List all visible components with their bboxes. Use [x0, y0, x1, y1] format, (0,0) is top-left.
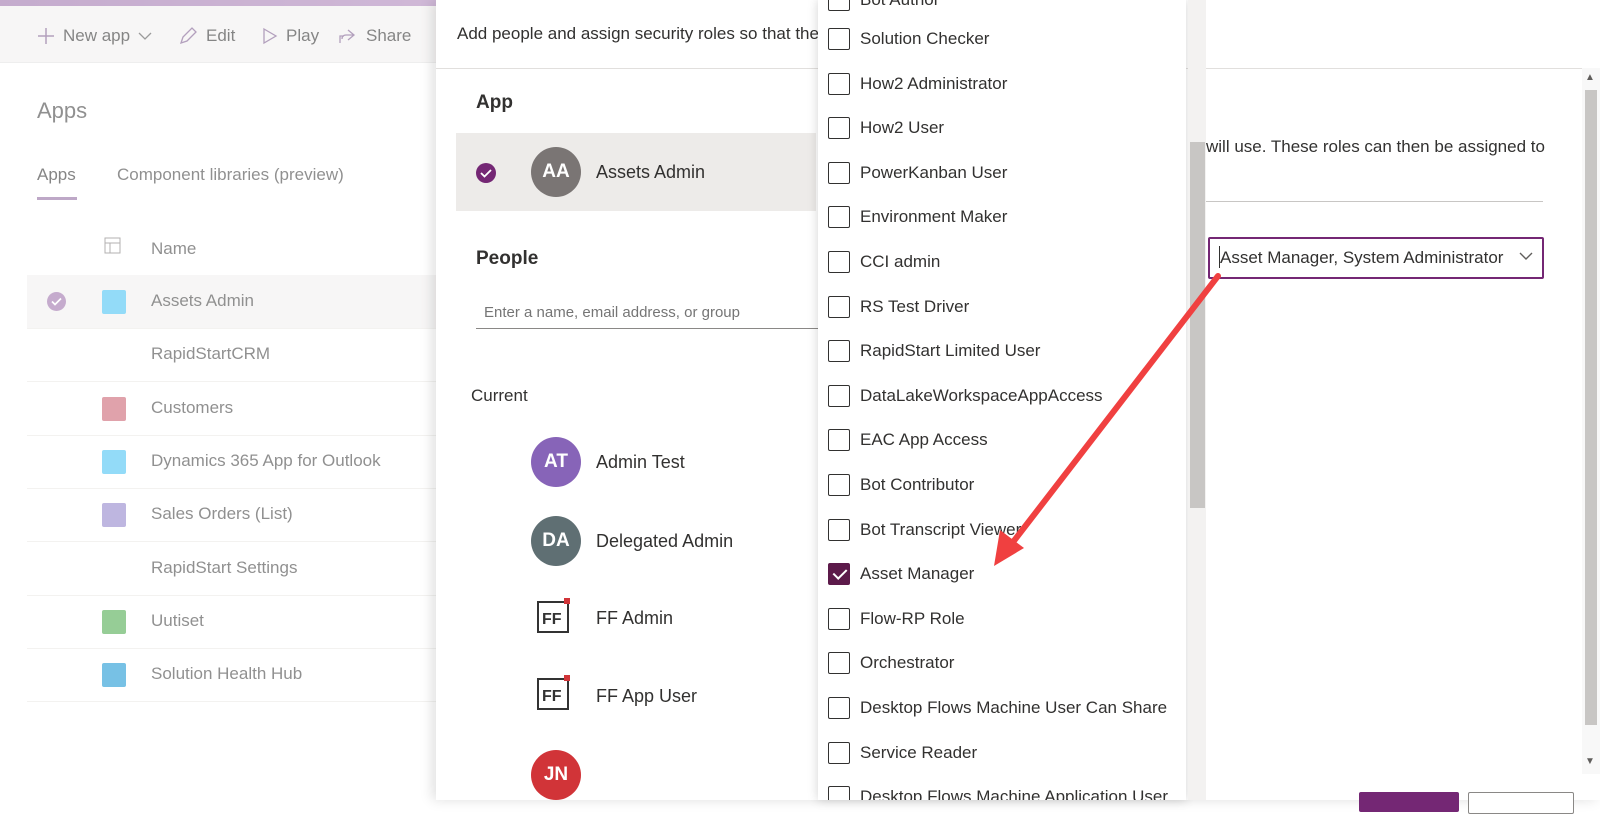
arrow-shaft: [1007, 273, 1221, 549]
annotation-arrow: [994, 273, 1221, 566]
